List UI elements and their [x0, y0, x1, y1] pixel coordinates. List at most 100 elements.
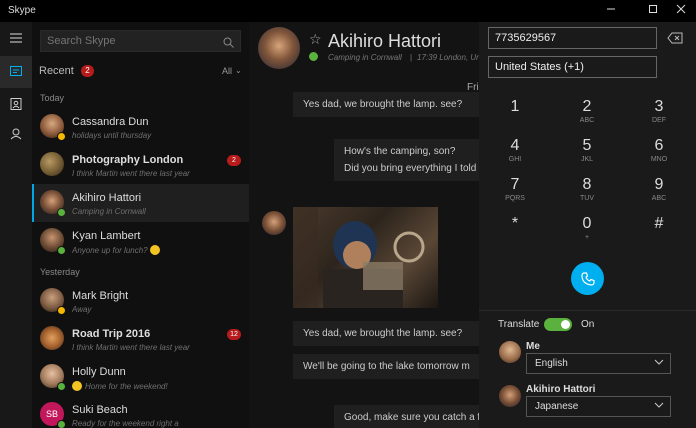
- dial-key-4[interactable]: 4 GHI: [490, 137, 540, 175]
- contact-avatar: [499, 385, 521, 407]
- contacts-button[interactable]: [0, 88, 32, 120]
- search-icon[interactable]: [223, 35, 234, 53]
- dial-key-5[interactable]: 5 JKL: [562, 137, 612, 175]
- close-button[interactable]: [666, 0, 696, 22]
- language-value: Japanese: [535, 401, 579, 412]
- avatar: [40, 326, 64, 350]
- smiley-emoji-icon: [149, 245, 160, 255]
- local-time: 17:39 London, Ur: [417, 53, 479, 62]
- search-input[interactable]: [47, 35, 217, 47]
- translate-state: On: [581, 319, 595, 330]
- presence-online-icon: [57, 420, 66, 428]
- contact-item-road-trip-2016[interactable]: Road Trip 2016 I think Martin went there…: [32, 320, 249, 358]
- close-icon: [676, 4, 686, 14]
- recent-label: Recent: [39, 65, 74, 77]
- contact-item-photography-london[interactable]: Photography London I think Martin went t…: [32, 146, 249, 184]
- contact-name: Cassandra Dun: [72, 116, 149, 128]
- filter-dropdown[interactable]: All: [222, 66, 232, 76]
- dial-key-hash[interactable]: #: [634, 215, 684, 253]
- call-button[interactable]: [571, 262, 604, 295]
- contact-item-cassandra-dun[interactable]: Cassandra Dun holidays until thursday: [32, 108, 249, 146]
- message-bubble[interactable]: How's the camping, son?: [334, 139, 479, 161]
- contact-name: Kyan Lambert: [72, 230, 141, 242]
- message-bubble[interactable]: Good, make sure you catch a f: [334, 405, 479, 428]
- title-bar: Skype: [0, 0, 696, 22]
- menu-button[interactable]: [0, 22, 32, 54]
- dial-pad-panel: United States (+1) 1 2ABC 3DEF 4GHI 5JKL…: [479, 22, 696, 428]
- dial-key-9[interactable]: 9 ABC: [634, 176, 684, 214]
- minimize-icon: [607, 8, 615, 10]
- dial-key-3[interactable]: 3 DEF: [634, 98, 684, 136]
- conversation-header: ☆ Akihiro Hattori Camping in Cornwall | …: [249, 22, 479, 80]
- phone-icon: [580, 271, 595, 286]
- my-avatar: [499, 341, 521, 363]
- unread-badge: 12: [227, 329, 241, 340]
- backspace-icon[interactable]: [667, 31, 683, 45]
- maximize-icon: [649, 5, 657, 13]
- bots-button[interactable]: [0, 118, 32, 150]
- contact-name: Akihiro Hattori: [72, 192, 142, 204]
- dial-key-7[interactable]: 7 PQRS: [490, 176, 540, 214]
- recent-chats-button[interactable]: [0, 56, 32, 88]
- phone-number-input[interactable]: [488, 27, 657, 49]
- dial-key-0[interactable]: 0 +: [562, 215, 612, 253]
- app-title: Skype: [8, 5, 36, 16]
- contact-item-holly-dunn[interactable]: Holly Dunn Home for the weekend!: [32, 358, 249, 396]
- dial-key-6[interactable]: 6 MNO: [634, 137, 684, 175]
- dial-key-star[interactable]: *: [490, 215, 540, 253]
- menu-icon: [10, 33, 22, 43]
- presence-online-icon: [57, 246, 66, 255]
- nav-rail: [0, 22, 32, 428]
- message-bubble[interactable]: Yes dad, we brought the lamp. see?: [293, 92, 479, 117]
- contact-status: I think Martin went there last year: [72, 169, 190, 178]
- separator: |: [410, 53, 413, 62]
- conversation-status: Camping in Cornwall: [328, 53, 402, 62]
- section-today: Today: [40, 93, 65, 103]
- dial-key-2[interactable]: 2 ABC: [562, 98, 612, 136]
- contact-status: Away: [72, 305, 92, 314]
- chevron-down-icon: [654, 400, 664, 413]
- photo-content: [293, 207, 425, 308]
- contact-status: I think Martin went there last year: [72, 343, 190, 352]
- contact-item-kyan-lambert[interactable]: Kyan Lambert Anyone up for lunch?: [32, 222, 249, 260]
- recent-count-badge: 2: [81, 65, 94, 77]
- contact-status: Camping in Cornwall: [72, 207, 146, 216]
- contact-avatar[interactable]: [258, 27, 300, 69]
- contacts-icon: [10, 98, 22, 110]
- smiley-emoji-icon: [72, 381, 82, 391]
- message-bubble[interactable]: Did you bring everything I told you?: [334, 159, 479, 181]
- unread-badge: 2: [227, 155, 241, 166]
- minimize-button[interactable]: [596, 0, 626, 22]
- presence-online-icon: [308, 51, 319, 62]
- conversation-panel: ☆ Akihiro Hattori Camping in Cornwall | …: [249, 22, 479, 428]
- contact-item-akihiro-hattori[interactable]: Akihiro Hattori Camping in Cornwall: [32, 184, 249, 222]
- contact-status: Home for the weekend!: [72, 381, 242, 391]
- contact-language-select[interactable]: Japanese: [526, 396, 671, 417]
- dial-key-8[interactable]: 8 TUV: [562, 176, 612, 214]
- conversation-title[interactable]: Akihiro Hattori: [328, 31, 441, 52]
- message-bubble[interactable]: Yes dad, we brought the lamp. see?: [293, 321, 479, 346]
- participant-name-me: Me: [526, 341, 540, 352]
- chevron-down-icon[interactable]: ⌄: [235, 66, 242, 75]
- my-language-select[interactable]: English: [526, 353, 671, 374]
- chevron-down-icon: [654, 357, 664, 370]
- contact-name: Suki Beach: [72, 404, 128, 416]
- translate-toggle[interactable]: [544, 318, 572, 331]
- contact-name: Mark Bright: [72, 290, 129, 302]
- contact-item-suki-beach[interactable]: SB Suki Beach Ready for the weekend righ…: [32, 396, 249, 428]
- bots-icon: [10, 128, 22, 140]
- participant-name-contact: Akihiro Hattori: [526, 384, 596, 395]
- message-bubble[interactable]: We'll be going to the lake tomorrow m: [293, 354, 479, 379]
- dial-key-1[interactable]: 1: [490, 98, 540, 136]
- translate-label: Translate: [498, 319, 540, 330]
- country-selector[interactable]: United States (+1): [488, 56, 657, 78]
- section-yesterday: Yesterday: [40, 267, 80, 277]
- contact-item-mark-bright[interactable]: Mark Bright Away: [32, 282, 249, 320]
- contact-name: Holly Dunn: [72, 366, 126, 378]
- avatar: [40, 152, 64, 176]
- presence-away-icon: [57, 306, 66, 315]
- favorite-star-icon[interactable]: ☆: [309, 31, 322, 48]
- language-value: English: [535, 358, 568, 369]
- maximize-button[interactable]: [638, 0, 668, 22]
- shared-photo[interactable]: [293, 207, 438, 308]
